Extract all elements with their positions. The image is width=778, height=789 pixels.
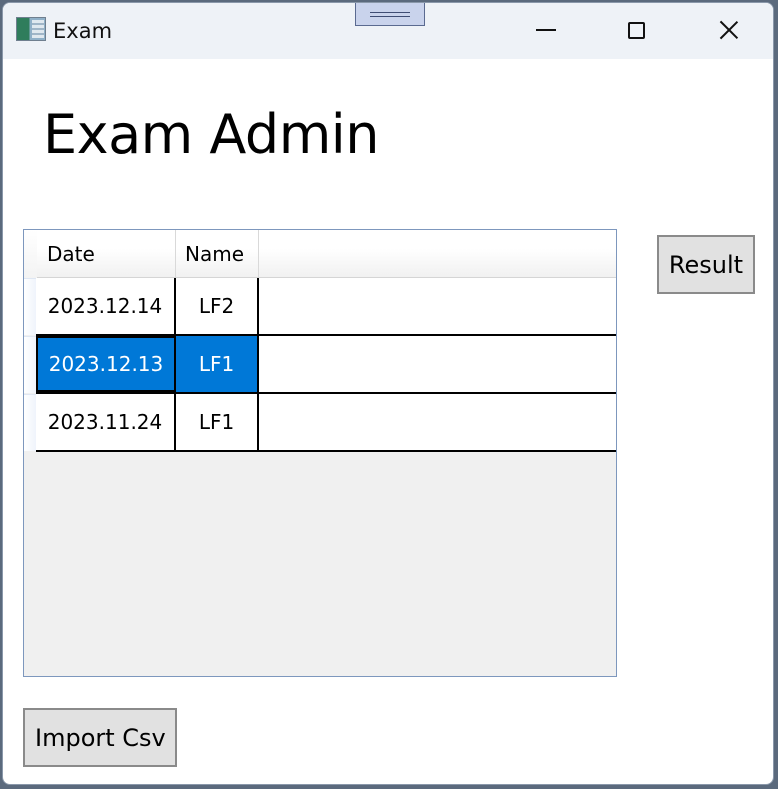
minimize-button[interactable] — [523, 11, 569, 49]
cell-date[interactable]: 2023.12.14 — [36, 278, 176, 334]
app-icon — [16, 17, 46, 41]
maximize-icon — [627, 21, 645, 39]
grid-select-all-corner[interactable] — [24, 230, 37, 278]
close-button[interactable] — [706, 11, 752, 49]
column-header-filler — [259, 230, 616, 277]
table-row[interactable]: 2023.12.14 LF2 — [36, 278, 616, 336]
cell-date[interactable]: 2023.11.24 — [36, 394, 176, 450]
cell-date[interactable]: 2023.12.13 — [36, 336, 176, 392]
column-header-date[interactable]: Date — [37, 230, 176, 277]
result-button[interactable]: Result — [657, 235, 755, 294]
page-title: Exam Admin — [43, 103, 380, 166]
drag-grip-icon[interactable] — [355, 3, 425, 26]
grid-header-row: Date Name — [37, 230, 616, 278]
minimize-icon — [536, 29, 556, 31]
maximize-button[interactable] — [613, 11, 659, 49]
cell-name[interactable]: LF2 — [176, 278, 259, 334]
cell-name[interactable]: LF1 — [176, 336, 259, 392]
close-icon — [718, 19, 740, 41]
window-title: Exam — [53, 19, 113, 43]
exam-data-grid[interactable]: Date Name 2023.12.14 LF2 2023.12.13 LF1 … — [23, 229, 617, 677]
column-header-name[interactable]: Name — [176, 230, 259, 277]
table-row-selected[interactable]: 2023.12.13 LF1 — [36, 336, 616, 394]
title-bar[interactable]: Exam — [3, 3, 773, 59]
app-window: Exam Exam Admin Date Name 2023.12.14 LF2… — [2, 2, 774, 785]
import-csv-button[interactable]: Import Csv — [23, 708, 177, 767]
table-row[interactable]: 2023.11.24 LF1 — [36, 394, 616, 452]
cell-name[interactable]: LF1 — [176, 394, 259, 450]
